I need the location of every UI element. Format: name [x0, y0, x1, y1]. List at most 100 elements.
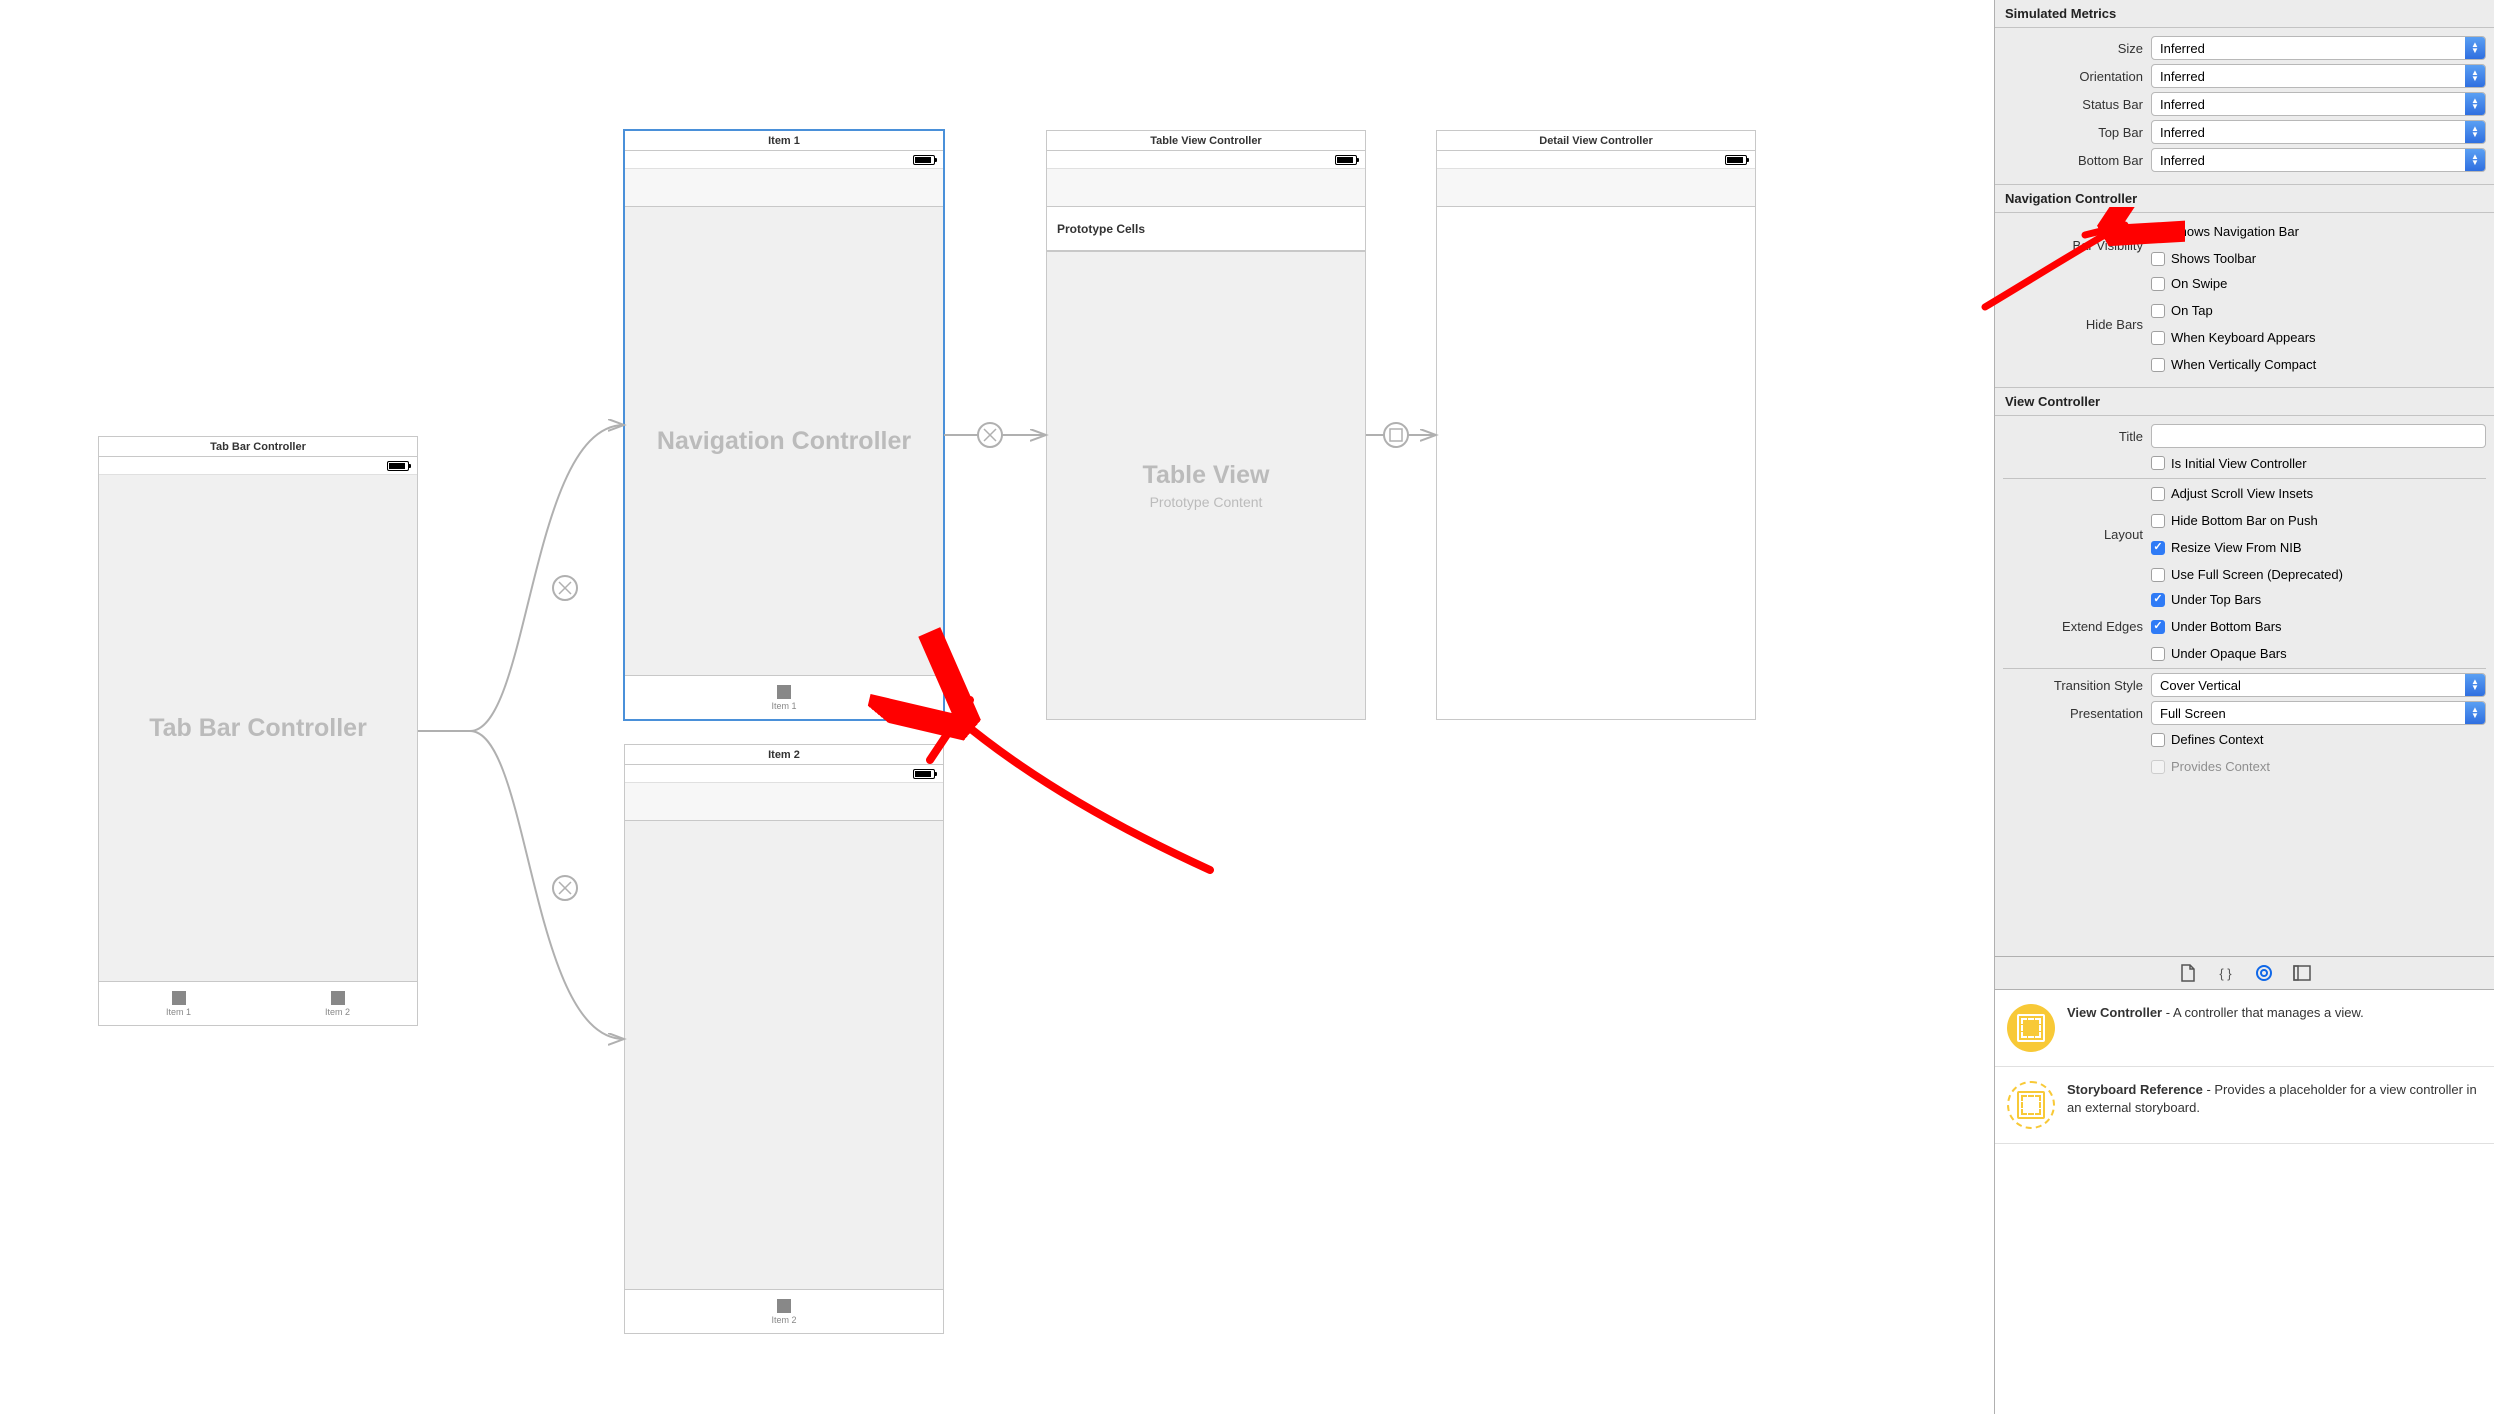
- tab-item-2[interactable]: Item 2: [258, 982, 417, 1025]
- isinitial-checkbox[interactable]: [2151, 456, 2165, 470]
- shows-toolbar-checkbox[interactable]: [2151, 252, 2165, 266]
- shows-navbar-checkbox[interactable]: [2151, 225, 2165, 239]
- chevron-updown-icon: [2465, 93, 2485, 115]
- scene-title: Detail View Controller: [1437, 131, 1755, 151]
- library-item-viewcontroller[interactable]: View Controller - A controller that mana…: [1995, 990, 2494, 1067]
- presentation-label: Presentation: [2003, 706, 2151, 721]
- scene-tableview[interactable]: Table View Controller Prototype Cells Ta…: [1046, 130, 1366, 720]
- section-viewcontroller: Title Is Initial View Controller Layout …: [1995, 416, 2494, 956]
- ontap-label: On Tap: [2171, 303, 2213, 318]
- presentation-select[interactable]: [2151, 701, 2486, 725]
- library-item-storyboardref[interactable]: Storyboard Reference - Provides a placeh…: [1995, 1067, 2494, 1144]
- navigation-bar: [1437, 169, 1755, 207]
- whenvcompact-checkbox[interactable]: [2151, 358, 2165, 372]
- file-template-tab[interactable]: [2176, 962, 2200, 984]
- scene-nav-item1[interactable]: Item 1 Navigation Controller Item 1: [624, 130, 944, 720]
- storyboardref-icon: [2007, 1081, 2055, 1129]
- tab-label: Item 2: [771, 1315, 796, 1325]
- hidebottompush-checkbox[interactable]: [2151, 514, 2165, 528]
- tab-bar: Item 1 Item 2: [99, 981, 417, 1025]
- ontap-checkbox[interactable]: [2151, 304, 2165, 318]
- topbar-label: Top Bar: [2003, 125, 2151, 140]
- code-snippet-tab[interactable]: { }: [2214, 962, 2238, 984]
- bottombar-select[interactable]: [2151, 148, 2486, 172]
- whenkbd-checkbox[interactable]: [2151, 331, 2165, 345]
- transition-select[interactable]: [2151, 673, 2486, 697]
- fullscreendep-checkbox[interactable]: [2151, 568, 2165, 582]
- prototype-cells-header: Prototype Cells: [1047, 207, 1365, 251]
- resizenib-checkbox[interactable]: [2151, 541, 2165, 555]
- statusbar-label: Status Bar: [2003, 97, 2151, 112]
- navigation-bar: [625, 169, 943, 207]
- navigation-bar: [1047, 169, 1365, 207]
- square-icon: [172, 991, 186, 1005]
- section-header-simulated: Simulated Metrics: [1995, 0, 2494, 28]
- object-library[interactable]: View Controller - A controller that mana…: [1995, 990, 2494, 1414]
- underbottom-checkbox[interactable]: [2151, 620, 2165, 634]
- title-label: Title: [2003, 429, 2151, 444]
- placeholder-text: Tab Bar Controller: [99, 714, 417, 743]
- scene-title: Tab Bar Controller: [99, 437, 417, 457]
- undertop-checkbox[interactable]: [2151, 593, 2165, 607]
- bottombar-label: Bottom Bar: [2003, 153, 2151, 168]
- scene-body: Table View Prototype Content: [1047, 251, 1365, 719]
- storyboard-canvas[interactable]: Tab Bar Controller Tab Bar Controller It…: [0, 0, 1994, 1414]
- size-select[interactable]: [2151, 36, 2486, 60]
- square-icon: [331, 991, 345, 1005]
- placeholder-text: Navigation Controller: [625, 427, 943, 456]
- placeholder-text: Table View: [1047, 461, 1365, 490]
- scene-nav-item2[interactable]: Item 2 Item 2: [624, 744, 944, 1334]
- underopaque-checkbox[interactable]: [2151, 647, 2165, 661]
- square-icon: [777, 1299, 791, 1313]
- status-bar: [99, 457, 417, 475]
- definescontext-checkbox[interactable]: [2151, 733, 2165, 747]
- providescontext-label: Provides Context: [2171, 759, 2270, 774]
- shows-navbar-label: Shows Navigation Bar: [2171, 224, 2299, 239]
- transition-label: Transition Style: [2003, 678, 2151, 693]
- extendedges-label: Extend Edges: [2003, 619, 2151, 634]
- fullscreendep-label: Use Full Screen (Deprecated): [2171, 567, 2343, 582]
- undertop-label: Under Top Bars: [2171, 592, 2261, 607]
- topbar-select[interactable]: [2151, 120, 2486, 144]
- battery-icon: [913, 769, 935, 779]
- section-navcontroller: Bar Visibility Shows Navigation Bar Show…: [1995, 213, 2494, 387]
- library-filter-toolbar: { }: [1995, 956, 2494, 990]
- placeholder-subtext: Prototype Content: [1047, 494, 1365, 510]
- object-library-tab[interactable]: [2252, 962, 2276, 984]
- scene-body: Tab Bar Controller: [99, 475, 417, 981]
- statusbar-select[interactable]: [2151, 92, 2486, 116]
- providescontext-checkbox[interactable]: [2151, 760, 2165, 774]
- definescontext-label: Defines Context: [2171, 732, 2264, 747]
- chevron-updown-icon: [2465, 121, 2485, 143]
- section-simulated: Size Orientation Status Bar Top Bar Bott…: [1995, 28, 2494, 184]
- orientation-label: Orientation: [2003, 69, 2151, 84]
- navigation-bar: [625, 783, 943, 821]
- whenkbd-label: When Keyboard Appears: [2171, 330, 2316, 345]
- status-bar: [625, 765, 943, 783]
- hidebars-label: Hide Bars: [2003, 317, 2151, 332]
- hidebottompush-label: Hide Bottom Bar on Push: [2171, 513, 2318, 528]
- media-library-tab[interactable]: [2290, 962, 2314, 984]
- onswipe-checkbox[interactable]: [2151, 277, 2165, 291]
- battery-icon: [1725, 155, 1747, 165]
- scene-tabbar[interactable]: Tab Bar Controller Tab Bar Controller It…: [98, 436, 418, 1026]
- underbottom-label: Under Bottom Bars: [2171, 619, 2282, 634]
- chevron-updown-icon: [2465, 149, 2485, 171]
- chevron-updown-icon: [2465, 674, 2485, 696]
- chevron-updown-icon: [2465, 65, 2485, 87]
- viewcontroller-icon: [2007, 1004, 2055, 1052]
- tab-label: Item 1: [771, 701, 796, 711]
- status-bar: [1437, 151, 1755, 169]
- orientation-select[interactable]: [2151, 64, 2486, 88]
- title-input[interactable]: [2151, 424, 2486, 448]
- chevron-updown-icon: [2465, 702, 2485, 724]
- scene-body: [1437, 207, 1755, 719]
- tab-label: Item 2: [325, 1007, 350, 1017]
- chevron-updown-icon: [2465, 37, 2485, 59]
- scene-title: Item 1: [625, 131, 943, 151]
- tab-item-1[interactable]: Item 1: [99, 982, 258, 1025]
- scene-detail[interactable]: Detail View Controller: [1436, 130, 1756, 720]
- adjustscroll-checkbox[interactable]: [2151, 487, 2165, 501]
- tab-label: Item 1: [166, 1007, 191, 1017]
- battery-icon: [387, 461, 409, 471]
